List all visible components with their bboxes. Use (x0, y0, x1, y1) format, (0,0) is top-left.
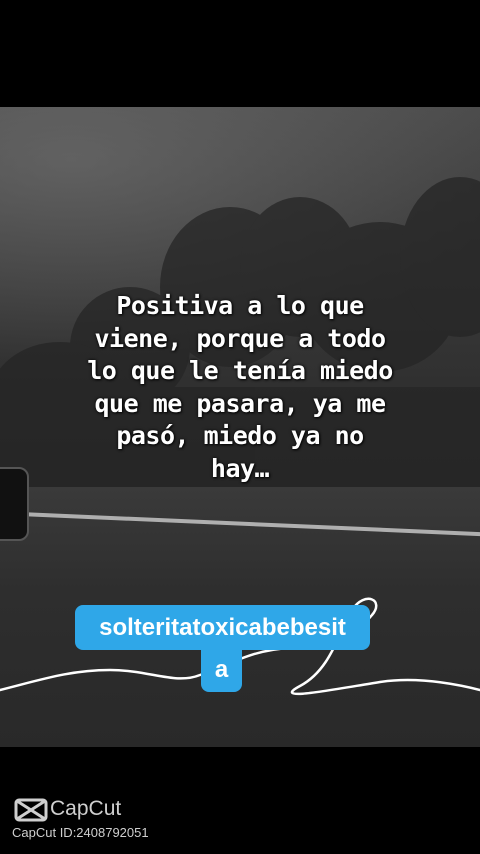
caption-text: Positiva a lo que viene, porque a todo l… (40, 290, 440, 485)
caption-line: viene, porque a todo (94, 323, 386, 353)
capcut-id-label: CapCut ID:2408792051 (12, 825, 149, 840)
username-tag[interactable]: solteritatoxicabebesit (75, 605, 370, 650)
username-tag-continuation[interactable]: a (201, 648, 242, 692)
caption-line: hay… (210, 453, 270, 483)
capcut-brand-label: CapCut (50, 797, 122, 820)
vehicle-edge (0, 467, 29, 541)
caption-line: Positiva a lo que (116, 291, 364, 320)
capcut-logo-icon (14, 798, 48, 822)
caption-line: lo que le tenía miedo (87, 356, 393, 385)
caption-line: pasó, miedo ya no (116, 421, 364, 450)
top-letterbox (0, 0, 480, 107)
caption-line: que me pasara, ya me (94, 388, 386, 418)
